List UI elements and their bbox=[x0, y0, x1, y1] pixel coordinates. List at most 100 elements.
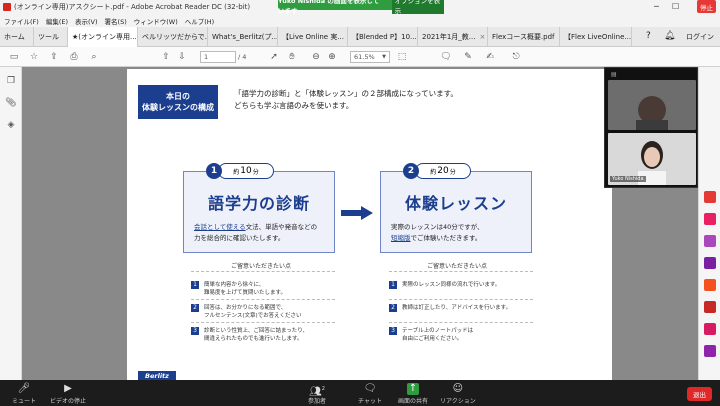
mute-button[interactable]: 🎤︎ ミュート bbox=[12, 383, 36, 405]
card-heading: 体験レッスン bbox=[404, 194, 507, 213]
minimize-icon[interactable]: ─ bbox=[654, 2, 659, 11]
maximize-icon[interactable]: ☐ bbox=[672, 2, 679, 11]
card-body-text: 文法、単語や発音などの bbox=[245, 223, 318, 231]
menu-view[interactable]: 表示(V) bbox=[75, 16, 98, 26]
page-number-input[interactable]: 1 bbox=[200, 51, 236, 63]
login-link[interactable]: ログイン bbox=[686, 32, 714, 42]
reactions-button[interactable]: ☺︎ リアクション bbox=[440, 383, 476, 405]
combine-files-icon[interactable] bbox=[704, 279, 716, 291]
tab-document[interactable]: Flexコース概要.pdf× bbox=[488, 27, 560, 47]
menu-edit[interactable]: 編集(E) bbox=[46, 16, 68, 26]
note-number: 2 bbox=[191, 304, 199, 312]
card-body-highlight: 会話として使える bbox=[194, 223, 246, 231]
help-icon[interactable]: ? bbox=[646, 31, 651, 41]
tab-bar: ホーム ツール ★(オンライン専用...× ベルリッツだからで...× What… bbox=[0, 27, 720, 47]
share-banner: Yuko Nishida の画面を表示しています オプションを表示 bbox=[278, 0, 444, 15]
view-options-button[interactable]: オプションを表示 bbox=[391, 0, 444, 15]
hand-icon[interactable]: ✋︎ bbox=[286, 51, 298, 63]
leave-meeting-button[interactable]: 退出 bbox=[687, 387, 712, 401]
zoom-out-icon[interactable]: ⊖ bbox=[310, 51, 322, 63]
zoom-control-bar: 🎤︎ ミュート ▶︎ ビデオの停止 👥︎2 参加者 🗨︎ チャット ↑ 画面の共… bbox=[0, 380, 720, 406]
fit-page-icon[interactable]: ⬚ bbox=[396, 51, 408, 63]
video-layout-icon[interactable]: ▤ bbox=[611, 71, 617, 78]
tab-document[interactable]: ベルリッツだからで...× bbox=[138, 27, 208, 47]
tab-document[interactable]: 【Flex LiveOnline...× bbox=[560, 27, 632, 47]
intro-label-line1: 本日の bbox=[166, 92, 190, 101]
zoom-value: 61.5% bbox=[354, 53, 375, 61]
tab-document[interactable]: 【Live Online 実...× bbox=[278, 27, 348, 47]
zoom-search-icon[interactable]: ⌕ bbox=[88, 51, 100, 63]
note-line: 診断という性質上、ご回答に詰まったり、 bbox=[204, 328, 309, 334]
note-number: 2 bbox=[389, 304, 397, 312]
share-icon[interactable]: ⎋ bbox=[510, 51, 522, 63]
chevron-down-icon: ▼ bbox=[382, 54, 386, 60]
fill-sign-icon[interactable] bbox=[704, 345, 716, 357]
menu-help[interactable]: ヘルプ(H) bbox=[185, 16, 214, 26]
tab-label: ホーム bbox=[4, 33, 25, 41]
create-pdf-icon[interactable] bbox=[704, 213, 716, 225]
protect-icon[interactable] bbox=[704, 323, 716, 335]
tab-tools[interactable]: ツール bbox=[34, 27, 68, 47]
prev-page-icon[interactable]: ⇧ bbox=[160, 51, 172, 63]
participant-video-1 bbox=[608, 80, 696, 130]
next-page-icon[interactable]: ⇩ bbox=[176, 51, 188, 63]
document-area: 本日の 体験レッスンの構成 「語学力の診断」と「体験レッスン」の２部構成になって… bbox=[22, 67, 698, 380]
share-screen-button[interactable]: ↑ 画面の共有 bbox=[398, 383, 428, 405]
intro-text: 「語学力の診断」と「体験レッスン」の２部構成になっています。 どちらも学ぶ言語の… bbox=[234, 88, 458, 112]
upload-icon[interactable]: ⇪ bbox=[48, 51, 60, 63]
tab-document[interactable]: What's_Berlitz(プ...× bbox=[208, 27, 278, 47]
reactions-label: リアクション bbox=[440, 398, 476, 405]
card-body-text: 力を総合的に確認いたします。 bbox=[194, 234, 285, 242]
stop-share-button[interactable]: 停止 bbox=[697, 0, 716, 13]
close-icon[interactable]: × bbox=[479, 33, 485, 41]
note-number: 3 bbox=[191, 327, 199, 335]
zoom-in-icon[interactable]: ⊕ bbox=[326, 51, 338, 63]
organize-pages-icon[interactable] bbox=[704, 301, 716, 313]
menu-file[interactable]: ファイル(F) bbox=[4, 16, 39, 26]
note-line: テーブル上のノートパッドは bbox=[402, 328, 474, 334]
menu-sign[interactable]: 署名(S) bbox=[105, 16, 127, 26]
bell-icon[interactable]: 🔔︎ bbox=[664, 31, 675, 41]
edit-pdf-icon[interactable] bbox=[704, 235, 716, 247]
card-body: 会話として使える文法、単語や発音などの 力を総合的に確認いたします。 bbox=[194, 222, 326, 244]
zoom-select[interactable]: 61.5% ▼ bbox=[350, 51, 390, 63]
export-pdf-icon[interactable] bbox=[704, 191, 716, 203]
comment-tool-icon[interactable] bbox=[704, 257, 716, 269]
step-number: 2 bbox=[403, 163, 419, 179]
toolbar: ▭ ☆ ⇪ ⎙ ⌕ ⇧ ⇩ 1 / 4 ➚ ✋︎ ⊖ ⊕ 61.5% ▼ ⬚ 🗨︎… bbox=[0, 47, 720, 67]
layers-icon[interactable]: ◈ bbox=[5, 119, 17, 131]
select-arrow-icon[interactable]: ➚ bbox=[268, 51, 280, 63]
note-line: 難易度を上げて質問いたします。 bbox=[204, 290, 286, 296]
diagnosis-card: 約 10 分 1 語学力の診断 会話として使える文法、単語や発音などの 力を総合… bbox=[183, 163, 335, 253]
video-stop-button[interactable]: ▶︎ ビデオの停止 bbox=[50, 383, 86, 405]
menu-window[interactable]: ウィンドウ(W) bbox=[134, 16, 178, 26]
tab-document[interactable]: 【Blended P】10...× bbox=[348, 27, 418, 47]
chat-button[interactable]: 🗨︎ チャット bbox=[358, 383, 382, 405]
step-number: 1 bbox=[206, 163, 222, 179]
left-rail: ❐ 📎︎ ◈ bbox=[0, 67, 22, 380]
comment-icon[interactable]: 🗨︎ bbox=[440, 51, 452, 63]
duration-prefix: 約 bbox=[233, 168, 240, 176]
mute-label: ミュート bbox=[12, 398, 37, 405]
highlight-pen-icon[interactable]: ✎ bbox=[462, 51, 474, 63]
share-banner-text: Yuko Nishida の画面を表示しています bbox=[278, 0, 380, 15]
card-body-text: 実際のレッスンは40分ですが、 bbox=[391, 223, 484, 231]
duration-value: 20 bbox=[437, 166, 449, 176]
tab-label: 【Flex LiveOnline... bbox=[564, 33, 632, 41]
pages-icon[interactable]: ❐ bbox=[5, 75, 17, 87]
attachment-icon[interactable]: 📎︎ bbox=[5, 97, 17, 109]
tab-document-active[interactable]: ★(オンライン専用...× bbox=[68, 27, 138, 47]
sign-icon[interactable]: ✍︎ bbox=[484, 51, 496, 63]
video-camera-icon: ▶︎ bbox=[64, 383, 72, 394]
create-icon[interactable]: ▭ bbox=[8, 51, 20, 63]
participant-name: Yuko Nishida bbox=[610, 176, 646, 182]
tab-document[interactable]: 2021年1月_教... × bbox=[418, 27, 488, 47]
page-total: / 4 bbox=[238, 53, 247, 61]
print-icon[interactable]: ⎙ bbox=[68, 51, 80, 63]
tab-label: ツール bbox=[38, 33, 59, 41]
participants-button[interactable]: 👥︎2 参加者 bbox=[308, 383, 326, 405]
page-current: 1 bbox=[204, 53, 209, 61]
tab-home[interactable]: ホーム bbox=[0, 27, 34, 47]
bookmark-icon[interactable]: ☆ bbox=[28, 51, 40, 63]
tab-label: 【Blended P】10... bbox=[352, 33, 417, 41]
